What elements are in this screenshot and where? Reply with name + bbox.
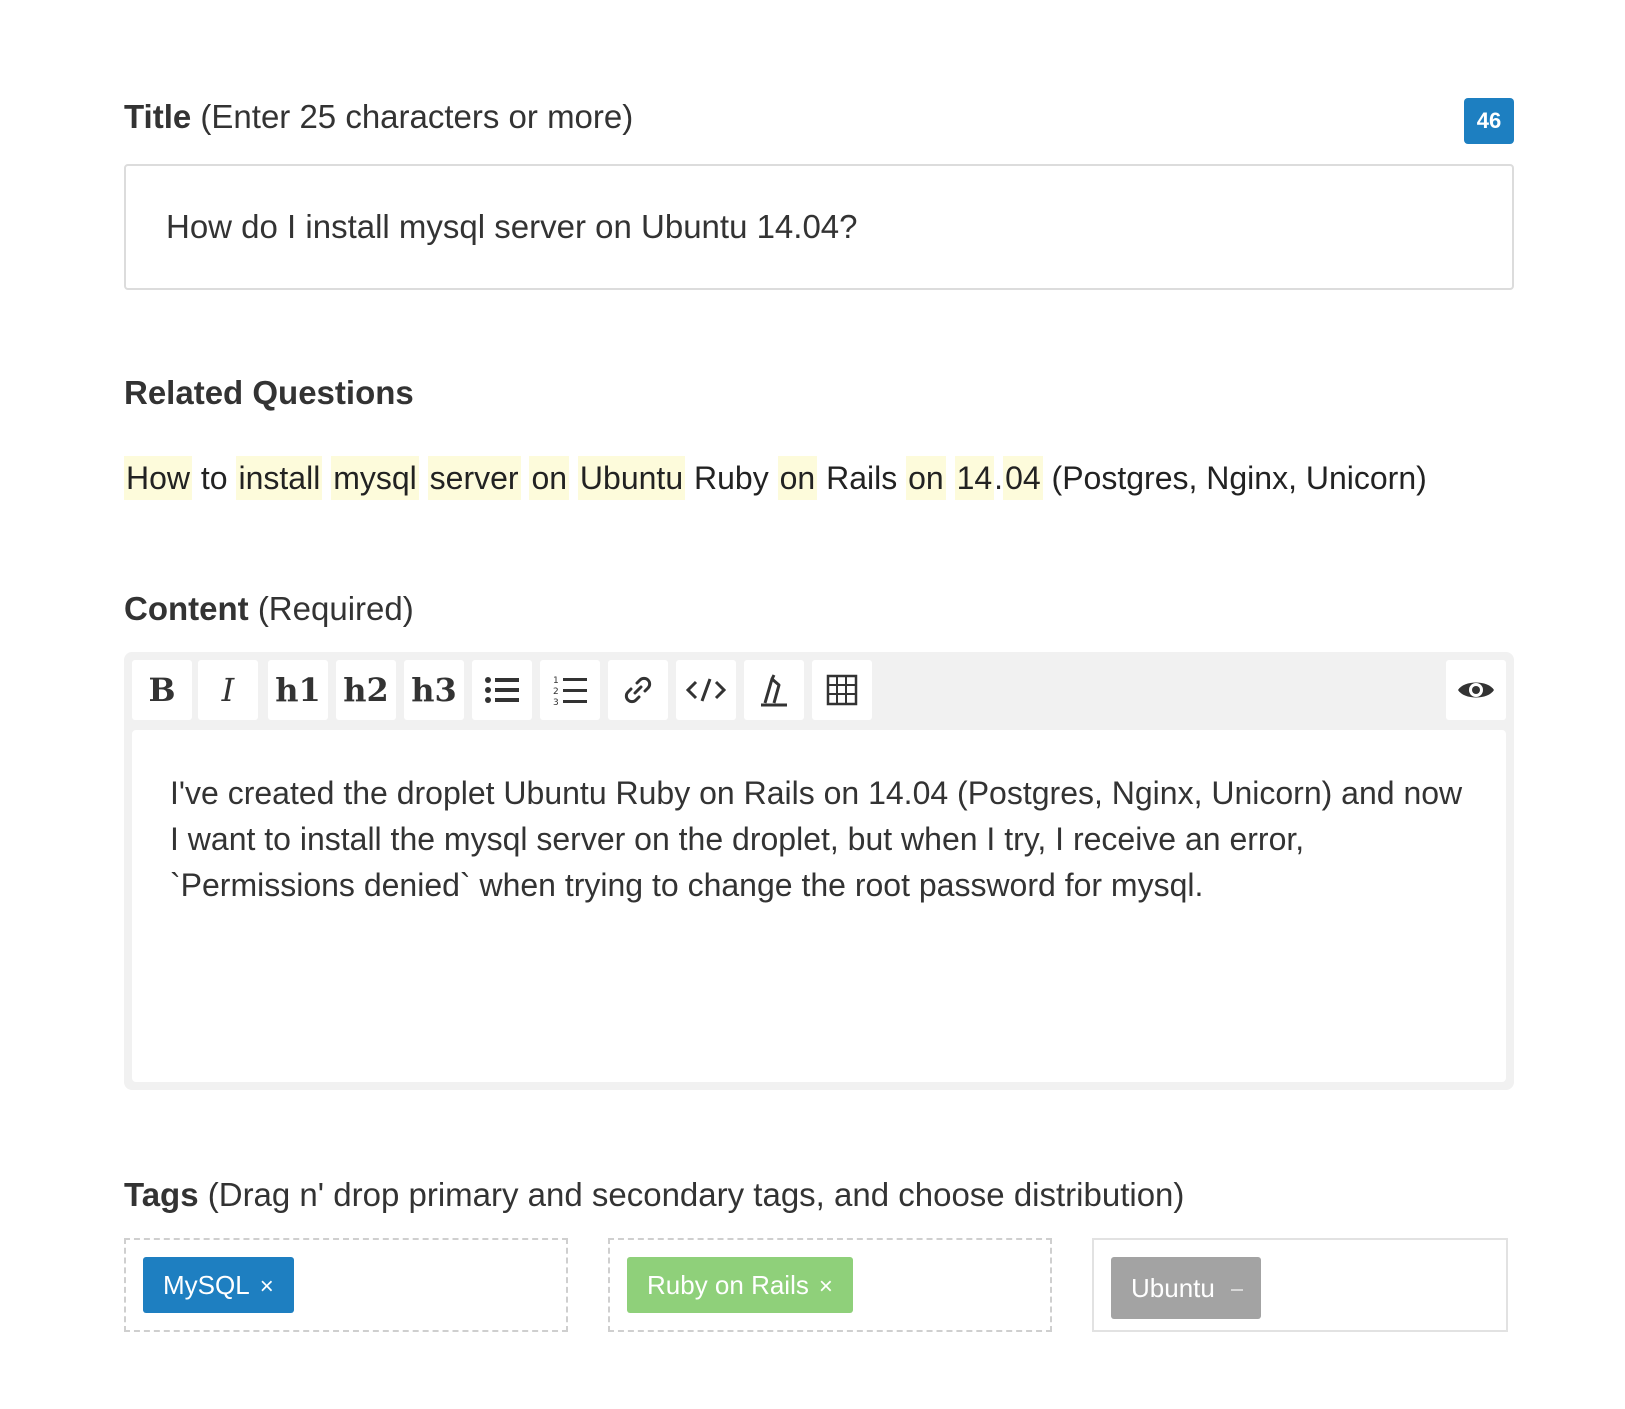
svg-text:3: 3 bbox=[553, 698, 559, 706]
title-row: Title (Enter 25 characters or more) 46 bbox=[124, 98, 1514, 146]
matched-word-highlight: on bbox=[906, 456, 946, 500]
eye-icon bbox=[1458, 682, 1494, 698]
matched-word-highlight: How bbox=[124, 456, 193, 500]
content-hint: (Required) bbox=[257, 590, 414, 627]
tags-label-text: Tags bbox=[124, 1176, 199, 1213]
h2-button[interactable]: h2 bbox=[336, 660, 396, 720]
h1-icon: h1 bbox=[275, 671, 321, 709]
italic-button[interactable]: I bbox=[198, 660, 258, 720]
bold-button[interactable]: B bbox=[132, 660, 192, 720]
tag-ubuntu[interactable]: Ubuntu bbox=[1111, 1257, 1261, 1319]
table-grid-icon bbox=[826, 674, 858, 706]
tag-mysql[interactable]: MySQL × bbox=[143, 1257, 294, 1313]
bullet-list-icon bbox=[485, 677, 519, 703]
link-text: (Postgres, Nginx, Unicorn) bbox=[1042, 460, 1427, 496]
title-label: Title (Enter 25 characters or more) bbox=[124, 98, 633, 135]
markdown-editor: B I h1 h2 h3 1 2 3 I've created the drop… bbox=[124, 652, 1514, 1090]
svg-text:2: 2 bbox=[553, 687, 559, 697]
editor-toolbar: B I h1 h2 h3 1 2 3 bbox=[132, 660, 1506, 722]
link-text bbox=[569, 460, 578, 496]
tag-ruby-on-rails[interactable]: Ruby on Rails × bbox=[627, 1257, 853, 1313]
svg-text:1: 1 bbox=[553, 676, 559, 686]
h1-button[interactable]: h1 bbox=[268, 660, 328, 720]
matched-word-highlight: 04 bbox=[1003, 456, 1043, 500]
title-input[interactable] bbox=[124, 164, 1514, 290]
link-button[interactable] bbox=[608, 660, 668, 720]
code-icon bbox=[686, 678, 726, 702]
distribution-select[interactable]: Ubuntu bbox=[1092, 1238, 1508, 1332]
secondary-tag-dropzone[interactable]: Ruby on Rails × bbox=[608, 1238, 1052, 1332]
related-question-link[interactable]: How to install mysql server on Ubuntu Ru… bbox=[124, 456, 1427, 500]
tags-hint: (Drag n' drop primary and secondary tags… bbox=[207, 1176, 1185, 1213]
code-button[interactable] bbox=[676, 660, 736, 720]
bold-icon: B bbox=[148, 671, 176, 709]
bullet-list-button[interactable] bbox=[472, 660, 532, 720]
link-text: . bbox=[994, 460, 1004, 496]
tag-label: Ruby on Rails bbox=[647, 1270, 809, 1300]
dropdown-caret-icon bbox=[1230, 1289, 1243, 1291]
numbered-list-button[interactable]: 1 2 3 bbox=[540, 660, 600, 720]
content-label: Content (Required) bbox=[124, 590, 414, 628]
italic-icon: I bbox=[221, 671, 235, 709]
title-hint: (Enter 25 characters or more) bbox=[200, 98, 634, 135]
link-text bbox=[419, 460, 428, 496]
matched-word-highlight: on bbox=[529, 456, 570, 500]
numbered-list-icon: 1 2 3 bbox=[553, 676, 587, 706]
table-button[interactable] bbox=[812, 660, 872, 720]
remove-tag-icon[interactable]: × bbox=[819, 1273, 833, 1300]
content-textarea[interactable]: I've created the droplet Ubuntu Ruby on … bbox=[132, 730, 1506, 1082]
distribution-label: Ubuntu bbox=[1131, 1273, 1215, 1303]
h2-icon: h2 bbox=[343, 671, 389, 709]
preview-button[interactable] bbox=[1446, 660, 1506, 720]
tag-label: MySQL bbox=[163, 1270, 250, 1300]
highlight-pen-icon bbox=[761, 674, 787, 707]
tags-label: Tags (Drag n' drop primary and secondary… bbox=[124, 1176, 1184, 1214]
h3-button[interactable]: h3 bbox=[404, 660, 464, 720]
h3-icon: h3 bbox=[411, 671, 457, 709]
link-text bbox=[322, 460, 331, 496]
link-text: Ruby bbox=[685, 460, 778, 496]
link-icon bbox=[624, 676, 652, 704]
matched-word-highlight: install bbox=[236, 456, 323, 500]
primary-tag-dropzone[interactable]: MySQL × bbox=[124, 1238, 568, 1332]
matched-word-highlight: Ubuntu bbox=[577, 456, 686, 500]
content-label-text: Content bbox=[124, 590, 249, 627]
link-text: to bbox=[192, 460, 237, 496]
highlight-button[interactable] bbox=[744, 660, 804, 720]
remove-tag-icon[interactable]: × bbox=[260, 1273, 274, 1300]
title-label-text: Title bbox=[124, 98, 192, 135]
matched-word-highlight: mysql bbox=[331, 456, 419, 500]
related-questions-heading: Related Questions bbox=[124, 374, 414, 411]
matched-word-highlight: server bbox=[427, 456, 521, 500]
matched-word-highlight: on bbox=[777, 456, 818, 500]
matched-word-highlight: 14 bbox=[954, 456, 995, 500]
link-text: Rails bbox=[817, 460, 907, 496]
character-count-badge: 46 bbox=[1464, 98, 1514, 144]
link-text bbox=[946, 460, 955, 496]
